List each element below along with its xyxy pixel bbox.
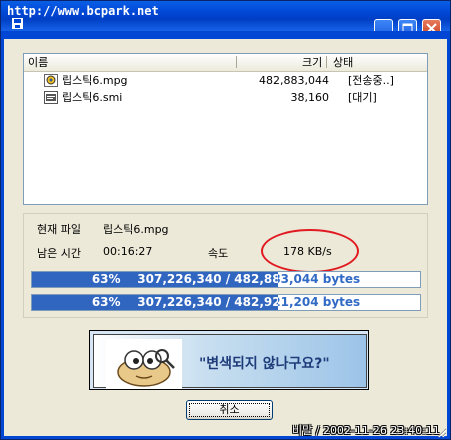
speed-label: 속도	[208, 247, 229, 260]
current-file-value: 립스틱6.mpg	[103, 223, 169, 236]
column-divider[interactable]	[326, 56, 327, 68]
file-progress-fill: 63% 307,226,340 / 482,883,044 bytes	[32, 272, 278, 287]
total-progress-text-inverse: 63% 307,226,340 / 482,921,204 bytes	[32, 295, 278, 310]
file-name: 립스틱6.mpg	[62, 74, 128, 87]
total-progress-bar: 63% 307,226,340 / 482,921,204 bytes 63% …	[31, 294, 421, 311]
list-header: 이름 크기 상태	[24, 54, 427, 72]
remaining-time-label: 남은 시간	[37, 247, 81, 260]
file-name: 립스틱6.smi	[62, 91, 123, 104]
cartoon-mascot-icon	[106, 339, 182, 389]
resize-grip-icon[interactable]	[435, 426, 447, 438]
ad-banner[interactable]: "변색되지 않나구요?"	[89, 330, 369, 390]
ad-text: "변색되지 않나구요?"	[199, 356, 330, 372]
column-header-status[interactable]: 상태	[333, 56, 353, 69]
current-file-label: 현재 파일	[37, 223, 81, 236]
file-status: [대기]	[348, 91, 377, 104]
total-progress-fill: 63% 307,226,340 / 482,921,204 bytes	[32, 295, 278, 310]
column-header-size[interactable]: 크기	[302, 56, 322, 69]
title-bar-lower	[1, 31, 450, 39]
total-progress-bytes-inverse: 307,226,340 / 482,921,204 bytes	[137, 295, 278, 309]
timestamp-watermark: 비말 / 2002-11-26 23:40:11	[292, 424, 440, 437]
cancel-button[interactable]: 취소	[186, 400, 273, 420]
file-progress-bar: 63% 307,226,340 / 482,883,044 bytes 63% …	[31, 271, 421, 288]
file-list[interactable]: 이름 크기 상태 립스틱6.mpg 482,883,044 [전송중..] 립스…	[23, 53, 428, 205]
file-size: 38,160	[290, 91, 330, 104]
window-frame-left	[1, 31, 4, 439]
remaining-time-value: 00:16:27	[103, 245, 153, 258]
file-status: [전송중..]	[348, 74, 394, 87]
ad-banner-inner: "변색되지 않나구요?"	[93, 334, 367, 389]
list-item[interactable]: 립스틱6.smi 38,160 [대기]	[24, 90, 427, 105]
window-title: http://www.bcpark.net	[7, 4, 159, 18]
video-file-icon	[44, 74, 58, 87]
file-progress-percent-inverse: 63%	[91, 272, 121, 286]
download-window: http://www.bcpark.net 이름 크기 상태 립스틱6.mpg …	[0, 0, 451, 440]
column-divider[interactable]	[236, 56, 237, 68]
window-frame-right	[447, 31, 450, 439]
title-bar[interactable]: http://www.bcpark.net	[1, 1, 450, 38]
subtitle-file-icon	[44, 91, 58, 104]
file-progress-bytes-inverse: 307,226,340 / 482,883,044 bytes	[137, 272, 278, 286]
list-item[interactable]: 립스틱6.mpg 482,883,044 [전송중..]	[24, 73, 427, 88]
total-progress-percent-inverse: 63%	[91, 295, 121, 309]
column-header-name[interactable]: 이름	[28, 56, 48, 69]
file-size: 482,883,044	[259, 74, 329, 87]
speed-annotation-circle	[261, 229, 359, 273]
file-progress-text-inverse: 63% 307,226,340 / 482,883,044 bytes	[32, 272, 278, 287]
floppy-disk-icon	[12, 18, 23, 29]
